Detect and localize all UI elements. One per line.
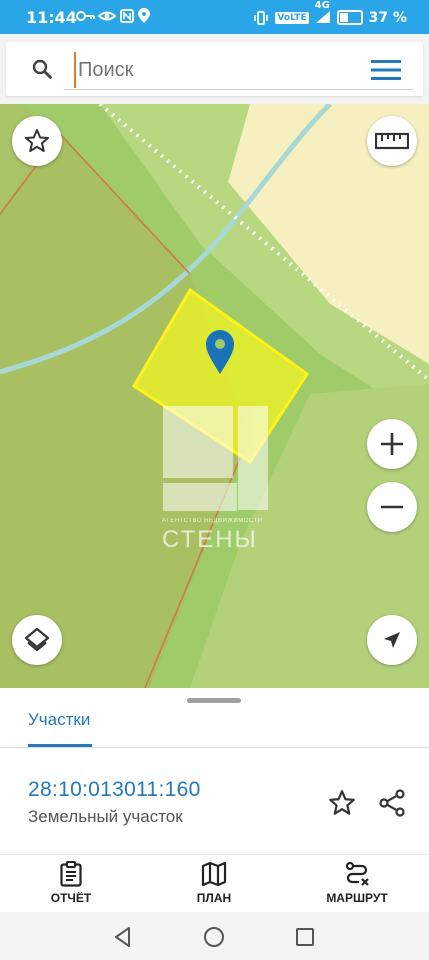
zoom-in-button[interactable] [367, 419, 417, 469]
nav-plan[interactable]: ПЛАН [159, 861, 269, 905]
recent-apps-icon[interactable] [292, 924, 318, 950]
cadastral-number[interactable]: 28:10:013011:160 [28, 778, 201, 802]
key-eye-nfc-location-icon [76, 8, 150, 23]
sheet-drag-handle[interactable] [187, 698, 241, 703]
ruler-button[interactable] [367, 116, 417, 166]
layers-button[interactable] [12, 615, 62, 665]
tab-divider [0, 747, 429, 748]
favorite-parcel-button[interactable] [324, 785, 360, 821]
ruler-icon [375, 132, 409, 150]
zoom-out-button[interactable] [367, 482, 417, 532]
report-clipboard-icon [60, 861, 82, 887]
search-bar [6, 42, 423, 96]
star-icon [329, 790, 355, 815]
navigation-arrow-icon [384, 632, 400, 648]
marker-center [215, 339, 225, 349]
share-icon [379, 789, 405, 817]
route-icon [345, 861, 369, 886]
nav-route[interactable]: МАРШРУТ [302, 861, 412, 905]
volte-badge: VoLTE [275, 11, 309, 24]
minus-icon [381, 505, 403, 509]
network-type: 4G [315, 0, 331, 27]
home-icon[interactable] [201, 924, 227, 950]
bottom-nav: ОТЧЁТ ПЛАН МАРШРУТ [0, 854, 429, 913]
my-location-button[interactable] [367, 615, 417, 665]
layers-icon [24, 627, 50, 652]
battery-percent: 37 % [368, 9, 407, 26]
nav-report[interactable]: ОТЧЁТ [16, 861, 126, 905]
favorite-map-button[interactable] [12, 116, 62, 166]
signal-icon [315, 11, 330, 23]
search-area [0, 34, 429, 104]
search-input[interactable] [74, 52, 360, 88]
system-nav-bar [0, 912, 429, 960]
nav-report-label: ОТЧЁТ [50, 891, 92, 905]
watermark-subtitle: АГЕНТСТВО НЕДВИЖИМОСТИ [162, 518, 263, 524]
status-notification-icons [76, 8, 156, 28]
watermark-logo [163, 406, 268, 511]
map-canvas[interactable] [0, 104, 429, 688]
parcel-type: Земельный участок [28, 807, 183, 826]
tab-active-indicator [28, 744, 92, 747]
nav-route-label: МАРШРУТ [326, 891, 388, 905]
menu-icon[interactable] [371, 59, 401, 81]
status-bar: 11:44 VoLTE 4G 37 % [0, 0, 429, 34]
battery-icon [336, 10, 363, 25]
plus-icon [381, 433, 403, 455]
share-button[interactable] [374, 785, 410, 821]
map-view[interactable]: АГЕНТСТВО НЕДВИЖИМОСТИ СТЕНЫ [0, 104, 429, 688]
map-plan-icon [201, 861, 227, 887]
back-icon[interactable] [110, 924, 136, 950]
vibrate-icon [254, 10, 269, 25]
search-icon[interactable] [32, 59, 52, 79]
search-underline [64, 89, 413, 90]
watermark-title: СТЕНЫ [162, 526, 258, 553]
status-right-group: VoLTE 4G 37 % [253, 0, 407, 27]
tab-parcels[interactable]: Участки [28, 710, 90, 730]
star-icon [25, 129, 49, 152]
nav-plan-label: ПЛАН [196, 891, 232, 905]
status-time: 11:44 [26, 8, 77, 27]
parcel-sheet: Участки 28:10:013011:160 Земельный участ… [0, 688, 429, 854]
